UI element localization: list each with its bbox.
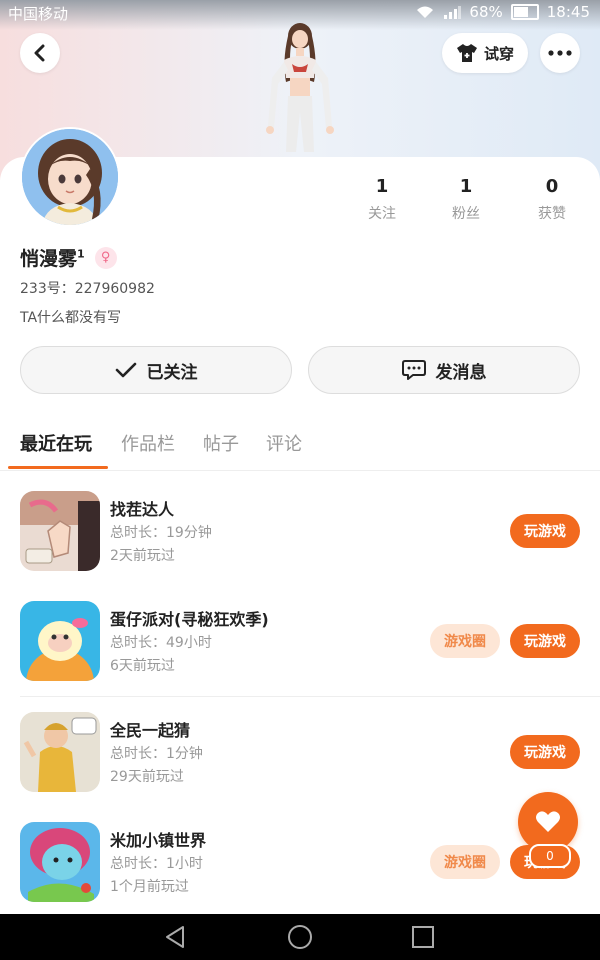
active-tab-indicator [8, 466, 108, 469]
game-thumbnail [20, 822, 100, 902]
game-icon-guess-together [20, 712, 100, 792]
following-button[interactable]: 已关注 [20, 346, 292, 394]
user-id: 233号：227960982 [20, 281, 155, 297]
signal-icon [444, 6, 462, 19]
send-message-button[interactable]: 发消息 [308, 346, 580, 394]
game-list-item[interactable]: 蛋仔派对(寻秘狂欢季) 总时长：49小时 6天前玩过 游戏圈 玩游戏 [0, 601, 600, 701]
game-duration: 总时长：1小时 [110, 856, 203, 872]
game-last-played: 2天前玩过 [110, 548, 175, 564]
clock: 18:45 [546, 3, 590, 21]
tab-recently-played[interactable]: 最近在玩 [20, 430, 92, 456]
stat-following[interactable]: 1 关注 [352, 176, 412, 223]
stat-likes[interactable]: 0 获赞 [522, 176, 582, 223]
tab-comments[interactable]: 评论 [266, 430, 302, 456]
play-game-button[interactable]: 玩游戏 [510, 514, 580, 548]
female-gender-icon: ♀ [94, 246, 117, 269]
heart-icon [536, 811, 560, 832]
username-text: 悄漫雾 [20, 248, 78, 270]
checkmark-icon [115, 362, 136, 378]
battery-icon [510, 4, 539, 20]
game-list-item[interactable]: 米加小镇世界 总时长：1小时 1个月前玩过 游戏圈 玩游戏 [0, 822, 600, 922]
try-on-label: 试穿 [483, 44, 514, 63]
following-label: 已关注 [146, 362, 198, 383]
stat-following-label: 关注 [368, 206, 396, 222]
try-on-button[interactable]: 试穿 [442, 33, 528, 73]
game-last-played: 1个月前玩过 [110, 879, 189, 895]
game-list-item[interactable]: 找茬达人 总时长：19分钟 2天前玩过 玩游戏 [0, 491, 600, 591]
carrier-name: 中国移动 [8, 5, 69, 23]
favorite-count-badge: 0 [529, 844, 571, 868]
avatar-outfit-figure [266, 23, 334, 152]
system-navigation-bar [0, 914, 600, 960]
game-thumbnail [20, 601, 100, 681]
game-title: 蛋仔派对(寻秘狂欢季) [110, 610, 269, 629]
profile-avatar[interactable] [20, 127, 120, 227]
username: 悄漫雾1 [20, 244, 85, 271]
stat-following-count: 1 [375, 176, 389, 197]
game-icon-eggy-party [20, 601, 100, 681]
tab-posts[interactable]: 帖子 [203, 430, 239, 456]
stat-likes-count: 0 [545, 176, 559, 197]
game-last-played: 6天前玩过 [110, 658, 175, 674]
username-superscript: 1 [77, 247, 85, 261]
profile-tabs: 最近在玩 作品栏 帖子 评论 [0, 424, 600, 471]
nav-back-icon[interactable] [163, 924, 189, 950]
nav-home-icon[interactable] [287, 924, 313, 950]
user-bio: TA什么都没有写 [20, 310, 122, 326]
game-icon-miga-town [20, 822, 100, 902]
stat-likes-label: 获赞 [538, 206, 566, 222]
game-thumbnail [20, 491, 100, 571]
wifi-icon [417, 6, 434, 18]
back-arrow-icon [34, 44, 45, 62]
game-thumbnail [20, 712, 100, 792]
back-button[interactable] [20, 33, 60, 73]
nav-recents-icon[interactable] [410, 924, 436, 950]
game-icon-find-difference [20, 491, 100, 571]
game-title: 找茬达人 [110, 500, 175, 519]
chat-bubble-icon [401, 360, 426, 380]
stat-fans-label: 粉丝 [452, 206, 480, 222]
more-options-button[interactable] [540, 33, 580, 73]
battery-percent: 68% [469, 3, 503, 21]
name-row: 悄漫雾1 ♀ [20, 244, 117, 271]
game-list-item[interactable]: 全民一起猜 总时长：1分钟 29天前玩过 玩游戏 [0, 712, 600, 812]
play-game-button[interactable]: 玩游戏 [510, 735, 580, 769]
game-title: 全民一起猜 [110, 721, 191, 740]
stat-fans-count: 1 [459, 176, 473, 197]
list-divider [20, 696, 600, 697]
status-bar: 中国移动 68% 18:45 [0, 0, 600, 26]
game-duration: 总时长：49小时 [110, 635, 212, 651]
play-game-button[interactable]: 玩游戏 [510, 624, 580, 658]
game-circle-button[interactable]: 游戏圈 [430, 845, 500, 879]
tshirt-icon [456, 44, 477, 62]
more-dots-icon [548, 50, 572, 56]
game-duration: 总时长：1分钟 [110, 746, 203, 762]
tab-works[interactable]: 作品栏 [121, 430, 175, 456]
game-last-played: 29天前玩过 [110, 769, 184, 785]
stat-fans[interactable]: 1 粉丝 [436, 176, 496, 223]
send-message-label: 发消息 [435, 362, 487, 383]
favorite-fab-button[interactable] [518, 792, 578, 852]
avatar-portrait-image [22, 129, 118, 225]
game-circle-button[interactable]: 游戏圈 [430, 624, 500, 658]
game-title: 米加小镇世界 [110, 831, 207, 850]
game-duration: 总时长：19分钟 [110, 525, 212, 541]
